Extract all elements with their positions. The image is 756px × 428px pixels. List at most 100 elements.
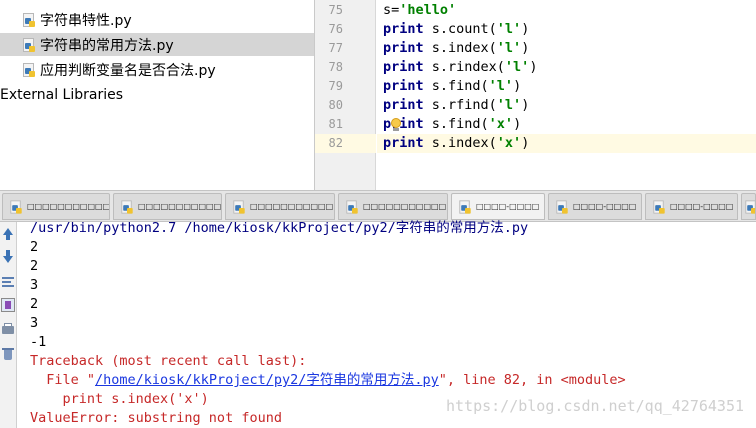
line-number: 82 bbox=[328, 136, 343, 150]
soft-wrap-icon[interactable] bbox=[1, 275, 15, 289]
console-output-line: 3 bbox=[30, 315, 39, 331]
console-output-line: 2 bbox=[30, 258, 39, 274]
run-tab[interactable]: □□□□-□□□□ bbox=[548, 193, 642, 220]
clear-trash-icon[interactable] bbox=[1, 347, 15, 361]
run-tab-active[interactable]: □□□□-□□□□ bbox=[451, 193, 545, 220]
console-output-line: 2 bbox=[30, 239, 39, 255]
scroll-down-icon[interactable] bbox=[1, 250, 15, 264]
code-text: s.index( bbox=[423, 40, 497, 56]
code-line-current[interactable]: print s.index('x') bbox=[383, 134, 529, 153]
project-tree: 字符串特性.py 字符串的常用方法.py 应用判断变量名是否合法.py Exte… bbox=[0, 0, 314, 190]
line-number: 77 bbox=[328, 41, 343, 55]
code-line[interactable]: print s.find('x') bbox=[383, 115, 521, 134]
print-icon[interactable] bbox=[1, 323, 15, 337]
code-text: s.rindex( bbox=[423, 59, 505, 75]
string-literal: 'l' bbox=[488, 78, 514, 94]
scroll-to-end-icon[interactable] bbox=[1, 298, 15, 312]
run-tab[interactable]: □□□□□□□□□□□ bbox=[338, 193, 448, 220]
python-file-icon bbox=[22, 37, 36, 52]
console-output-line: 2 bbox=[30, 296, 39, 312]
command-path: /usr/bin/python2.7 /home/kiosk/kkProject… bbox=[30, 220, 396, 236]
line-number: 76 bbox=[328, 22, 343, 36]
tree-file-label: 字符串的常用方法.py bbox=[40, 37, 174, 54]
run-tab[interactable]: □ bbox=[741, 193, 756, 220]
command-file: 字符串的常用方法.py bbox=[395, 220, 529, 236]
traceback-file-suffix: ", line 82, in <module> bbox=[438, 372, 626, 388]
traceback-file-link[interactable]: /home/kiosk/kkProject/py2/字符串的常用方法.py bbox=[95, 372, 439, 388]
python-run-icon bbox=[9, 199, 22, 214]
console-command-line: /usr/bin/python2.7 /home/kiosk/kkProject… bbox=[30, 219, 528, 238]
traceback-file-line: File "/home/kiosk/kkProject/py2/字符串的常用方法… bbox=[30, 371, 626, 390]
string-literal: 'l' bbox=[496, 40, 522, 56]
code-text: s.find( bbox=[423, 78, 489, 94]
tree-external-libraries[interactable]: External Libraries bbox=[0, 83, 314, 106]
python-run-icon bbox=[458, 199, 471, 214]
python-run-icon bbox=[652, 199, 665, 214]
code-text: s.index( bbox=[423, 135, 497, 151]
tree-file-item[interactable]: 应用判断变量名是否合法.py bbox=[0, 58, 314, 81]
run-tab-label: □□□□-□□□□ bbox=[476, 202, 540, 211]
code-line[interactable]: print s.rindex('l') bbox=[383, 58, 537, 77]
run-tab-label: □□□□□□□□□□□ bbox=[250, 202, 334, 211]
run-tab[interactable]: □□□□□□□□□□□ bbox=[113, 193, 222, 220]
python-file-icon bbox=[22, 62, 36, 77]
python-run-icon bbox=[555, 199, 568, 214]
string-literal: 'l' bbox=[496, 97, 522, 113]
code-text: ) bbox=[521, 97, 530, 113]
keyword: print bbox=[383, 40, 424, 56]
code-text: ) bbox=[513, 116, 522, 132]
console-output-line: -1 bbox=[30, 334, 47, 350]
line-number: 78 bbox=[328, 60, 343, 74]
code-line[interactable]: s='hello' bbox=[383, 1, 456, 20]
string-literal: 'x' bbox=[488, 116, 514, 132]
error-message: ValueError: substring not found bbox=[30, 410, 282, 426]
code-text: s.count( bbox=[423, 21, 497, 37]
code-text: s= bbox=[383, 2, 400, 18]
scroll-up-icon[interactable] bbox=[1, 227, 15, 241]
code-line[interactable]: print s.rfind('l') bbox=[383, 96, 529, 115]
code-line[interactable]: print s.index('l') bbox=[383, 39, 529, 58]
code-text: ) bbox=[521, 40, 530, 56]
python-run-icon bbox=[232, 199, 245, 214]
intention-bulb-icon[interactable] bbox=[390, 118, 402, 132]
line-number: 79 bbox=[328, 79, 343, 93]
python-run-icon bbox=[345, 199, 358, 214]
console-toolbar bbox=[0, 222, 17, 428]
code-text: s.rfind( bbox=[423, 97, 497, 113]
run-tab-label: □□□□-□□□□ bbox=[573, 202, 637, 211]
keyword: print bbox=[383, 21, 424, 37]
run-tab-label: □□□□□□□□□□□ bbox=[138, 202, 222, 211]
run-tab[interactable]: □□□□-□□□□ bbox=[645, 193, 738, 220]
traceback-file-prefix: File " bbox=[30, 372, 96, 388]
python-run-icon bbox=[744, 199, 755, 214]
python-run-icon bbox=[120, 199, 133, 214]
tree-file-item[interactable]: 字符串特性.py bbox=[0, 8, 314, 31]
line-number: 75 bbox=[328, 3, 343, 17]
keyword: print bbox=[383, 135, 424, 151]
run-tab-label: □□□□□□□□□□□ bbox=[27, 202, 110, 211]
code-line[interactable]: print s.find('l') bbox=[383, 77, 521, 96]
string-literal: 'hello' bbox=[399, 2, 457, 18]
code-line[interactable]: print s.count('l') bbox=[383, 20, 529, 39]
external-libraries-label: External Libraries bbox=[0, 86, 123, 103]
code-text: ) bbox=[513, 78, 522, 94]
tree-file-item-selected[interactable]: 字符串的常用方法.py bbox=[0, 33, 314, 56]
run-tab-label: □□□□-□□□□ bbox=[670, 202, 734, 211]
run-tab-label: □□□□□□□□□□□ bbox=[363, 202, 447, 211]
line-number: 81 bbox=[328, 117, 343, 131]
string-literal: 'l' bbox=[504, 59, 530, 75]
keyword: print bbox=[383, 59, 424, 75]
code-text: s.find( bbox=[423, 116, 489, 132]
python-file-icon bbox=[22, 12, 36, 27]
run-tab[interactable]: □□□□□□□□□□□ bbox=[2, 193, 110, 220]
code-text: ) bbox=[529, 59, 538, 75]
code-text: ) bbox=[521, 135, 530, 151]
run-tab[interactable]: □□□□□□□□□□□ bbox=[225, 193, 335, 220]
keyword: print bbox=[383, 78, 424, 94]
traceback-header: Traceback (most recent call last): bbox=[30, 353, 307, 369]
tree-file-label: 字符串特性.py bbox=[40, 12, 132, 29]
tree-file-label: 应用判断变量名是否合法.py bbox=[40, 62, 216, 79]
console-output-line: 3 bbox=[30, 277, 39, 293]
string-literal: 'l' bbox=[496, 21, 522, 37]
run-tab-bar: □□□□□□□□□□□ □□□□□□□□□□□ □□□□□□□□□□□ □□□□… bbox=[0, 190, 756, 222]
